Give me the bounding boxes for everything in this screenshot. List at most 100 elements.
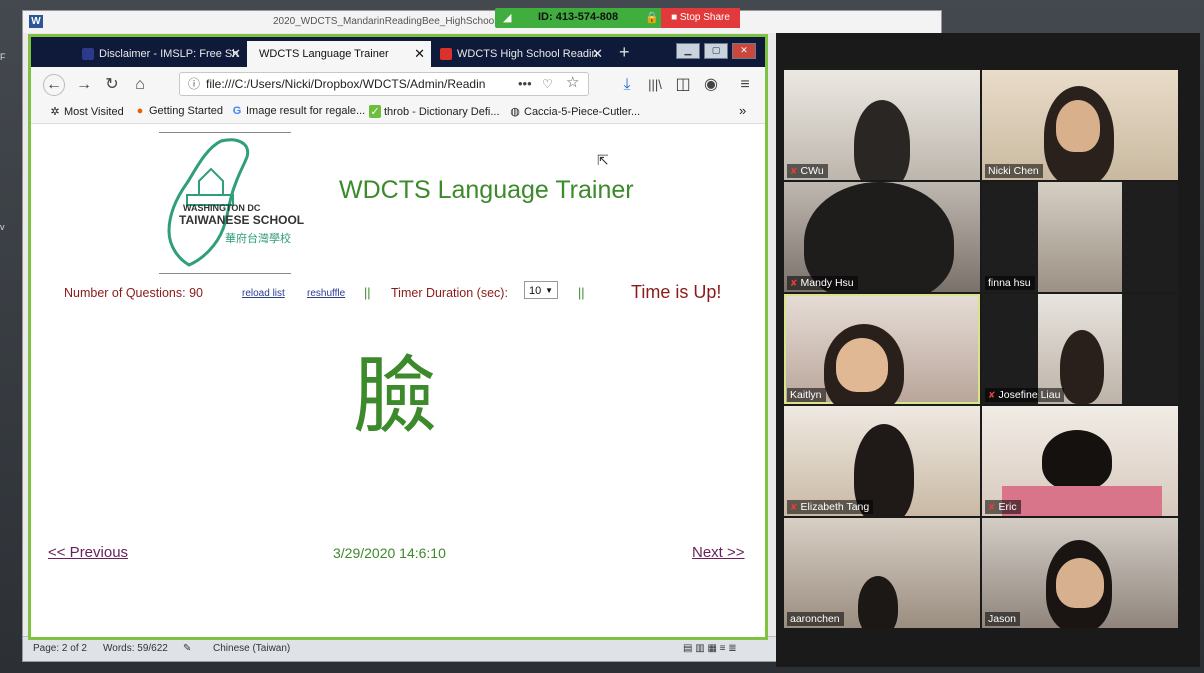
question-count-value: 90 <box>189 286 203 300</box>
word-word-count[interactable]: Words: 59/622 <box>103 643 168 654</box>
navigation-bar: ← → ↻ ⌂ ⓘ file:///C:/Users/Nicki/Dropbox… <box>31 67 765 101</box>
next-link[interactable]: Next >> <box>692 544 745 561</box>
imslp-favicon-icon <box>82 48 94 60</box>
participant-tile-josefine-liau[interactable]: ✘ Josefine Liau <box>982 294 1178 404</box>
account-icon[interactable]: ◉ <box>700 74 722 96</box>
participant-tile-elizabeth-tang[interactable]: ✘ Elizabeth Tang <box>784 406 980 516</box>
proofing-icon[interactable]: ✎ <box>183 643 191 654</box>
word-page-count[interactable]: Page: 2 of 2 <box>33 643 87 654</box>
logo-line-2: TAIWANESE SCHOOL <box>179 213 305 227</box>
gear-icon: ✲ <box>50 106 60 118</box>
participant-name: ✘ Josefine Liau <box>985 388 1065 402</box>
word-logo-icon: W <box>29 15 43 28</box>
participant-name: ✘ CWu <box>787 164 828 178</box>
participant-tile-cwu[interactable]: ✘ CWu <box>784 70 980 180</box>
bookmarks-toolbar: ✲ Most Visited ● Getting Started G Image re… <box>31 101 765 124</box>
signal-icon: ◢ <box>503 12 512 24</box>
separator: || <box>578 286 585 300</box>
participant-tile-nicki-chen[interactable]: Nicki Chen <box>982 70 1178 180</box>
forward-arrow-icon[interactable]: → <box>73 74 95 96</box>
url-text[interactable]: file:///C:/Users/Nicki/Dropbox/WDCTS/Adm… <box>206 73 491 95</box>
home-icon[interactable]: ⌂ <box>129 74 151 96</box>
word-language[interactable]: Chinese (Taiwan) <box>213 643 290 654</box>
tab-high-school-reading[interactable]: WDCTS High School Readin ✕ <box>433 41 609 67</box>
video-figure <box>854 100 910 180</box>
video-clothing <box>1002 486 1162 516</box>
download-icon[interactable]: ⤓ <box>616 74 638 96</box>
stop-square-icon: ■ <box>671 12 678 23</box>
meeting-id: ID: 413-574-808 <box>538 11 619 23</box>
video-figure <box>1042 430 1112 490</box>
globe-icon: ◍ <box>510 106 520 118</box>
bookmark-caccia[interactable]: ◍ Caccia-5-Piece-Cutler... <box>509 105 640 118</box>
participant-name-text: aaronchen <box>790 613 840 625</box>
participant-name: Nicki Chen <box>985 164 1043 178</box>
sidebar-icon[interactable]: ◫ <box>672 74 694 96</box>
tab-label: Disclaimer - IMSLP: Free Sh <box>99 48 239 60</box>
word-titlebar: W 2020_WDCTS_MandarinReadingBee_HighScho… <box>23 11 941 33</box>
bookmark-star-icon[interactable]: ☆ <box>566 72 579 94</box>
new-tab-icon[interactable]: + <box>619 42 630 63</box>
tab-label: WDCTS High School Readin <box>457 48 598 60</box>
flashcard-character: 臉 <box>353 347 438 445</box>
participant-name-text: Nicki Chen <box>988 165 1039 177</box>
maximize-icon[interactable]: ▢ <box>704 43 728 59</box>
close-window-icon[interactable]: ✕ <box>732 43 756 59</box>
timestamp: 3/29/2020 14:6:10 <box>333 545 446 561</box>
reload-icon[interactable]: ↻ <box>101 74 123 96</box>
close-tab-icon[interactable]: ✕ <box>592 41 603 67</box>
stop-share-button[interactable]: ■ Stop Share <box>661 8 740 28</box>
library-icon[interactable]: |||\ <box>644 74 666 96</box>
bookmark-getting-started[interactable]: ● Getting Started <box>134 105 223 117</box>
url-bar[interactable]: ⓘ file:///C:/Users/Nicki/Dropbox/WDCTS/A… <box>179 72 589 96</box>
participant-tile-finna-hsu[interactable]: finna hsu <box>982 182 1178 292</box>
view-buttons-icon[interactable]: ▤ ▥ ▦ ≡ ≣ <box>683 643 737 654</box>
minimize-icon[interactable]: ▁ <box>676 43 700 59</box>
separator: || <box>364 286 371 300</box>
tab-language-trainer[interactable]: WDCTS Language Trainer ✕ <box>247 41 431 67</box>
previous-link[interactable]: << Previous <box>48 544 128 561</box>
timer-label: Timer Duration (sec): <box>391 286 508 300</box>
back-arrow-icon[interactable]: ← <box>43 74 65 96</box>
close-tab-icon[interactable]: ✕ <box>414 41 425 67</box>
video-figure <box>858 576 898 628</box>
word-document-title: 2020_WDCTS_MandarinReadingBee_HighSchool <box>273 16 497 27</box>
muted-mic-icon: ✘ <box>790 166 798 176</box>
page-content: WASHINGTON DC TAIWANESE SCHOOL 華府台灣學校 WD… <box>31 124 765 637</box>
chevron-down-icon: ▼ <box>545 286 553 295</box>
participant-tile-jason[interactable]: Jason <box>982 518 1178 628</box>
muted-mic-icon: ✘ <box>988 502 996 512</box>
bookmark-label: Most Visited <box>64 106 124 118</box>
info-icon[interactable]: ⓘ <box>188 73 200 95</box>
participant-name-text: Kaitlyn <box>790 389 822 401</box>
participant-tile-aaronchen[interactable]: aaronchen <box>784 518 980 628</box>
logo-line-1: WASHINGTON DC <box>183 203 261 213</box>
question-count-label: Number of Questions: <box>64 286 186 300</box>
reload-list-link[interactable]: reload list <box>242 288 285 299</box>
bookmark-label: Caccia-5-Piece-Cutler... <box>524 106 641 118</box>
firefox-icon: ● <box>136 105 144 117</box>
participant-tile-eric[interactable]: ✘ Eric <box>982 406 1178 516</box>
bookmark-image-result[interactable]: G Image result for regale... <box>231 105 366 117</box>
participant-name: ✘ Eric <box>985 500 1021 514</box>
participant-tile-mandy-hsu[interactable]: ✘ Mandy Hsu <box>784 182 980 292</box>
muted-mic-icon: ✘ <box>790 278 798 288</box>
close-tab-icon[interactable]: ✕ <box>230 41 241 67</box>
menu-icon[interactable]: ≡ <box>734 74 756 96</box>
bookmarks-overflow-icon[interactable]: » <box>739 103 746 118</box>
video-figure <box>1060 330 1104 404</box>
participant-name: ✘ Elizabeth Tang <box>787 500 874 514</box>
participant-name-text: Elizabeth Tang <box>800 501 870 513</box>
bookmark-most-visited[interactable]: ✲ Most Visited <box>49 105 124 118</box>
more-actions-icon[interactable]: ••• <box>518 73 532 95</box>
tab-bar: Disclaimer - IMSLP: Free Sh ✕ WDCTS Lang… <box>31 37 765 67</box>
pocket-icon[interactable]: ♡ <box>542 73 553 95</box>
bookmark-label: throb - Dictionary Defi... <box>384 106 500 118</box>
bookmark-label: Image result for regale... <box>246 105 366 117</box>
timer-duration-select[interactable]: 10 ▼ <box>524 281 558 299</box>
school-logo: WASHINGTON DC TAIWANESE SCHOOL 華府台灣學校 <box>159 132 304 274</box>
reshuffle-link[interactable]: reshuffle <box>307 288 345 299</box>
bookmark-throb[interactable]: ✓ throb - Dictionary Defi... <box>369 105 500 118</box>
participant-tile-kaitlyn[interactable]: Kaitlyn <box>784 294 980 404</box>
tab-disclaimer[interactable]: Disclaimer - IMSLP: Free Sh ✕ <box>75 41 247 67</box>
